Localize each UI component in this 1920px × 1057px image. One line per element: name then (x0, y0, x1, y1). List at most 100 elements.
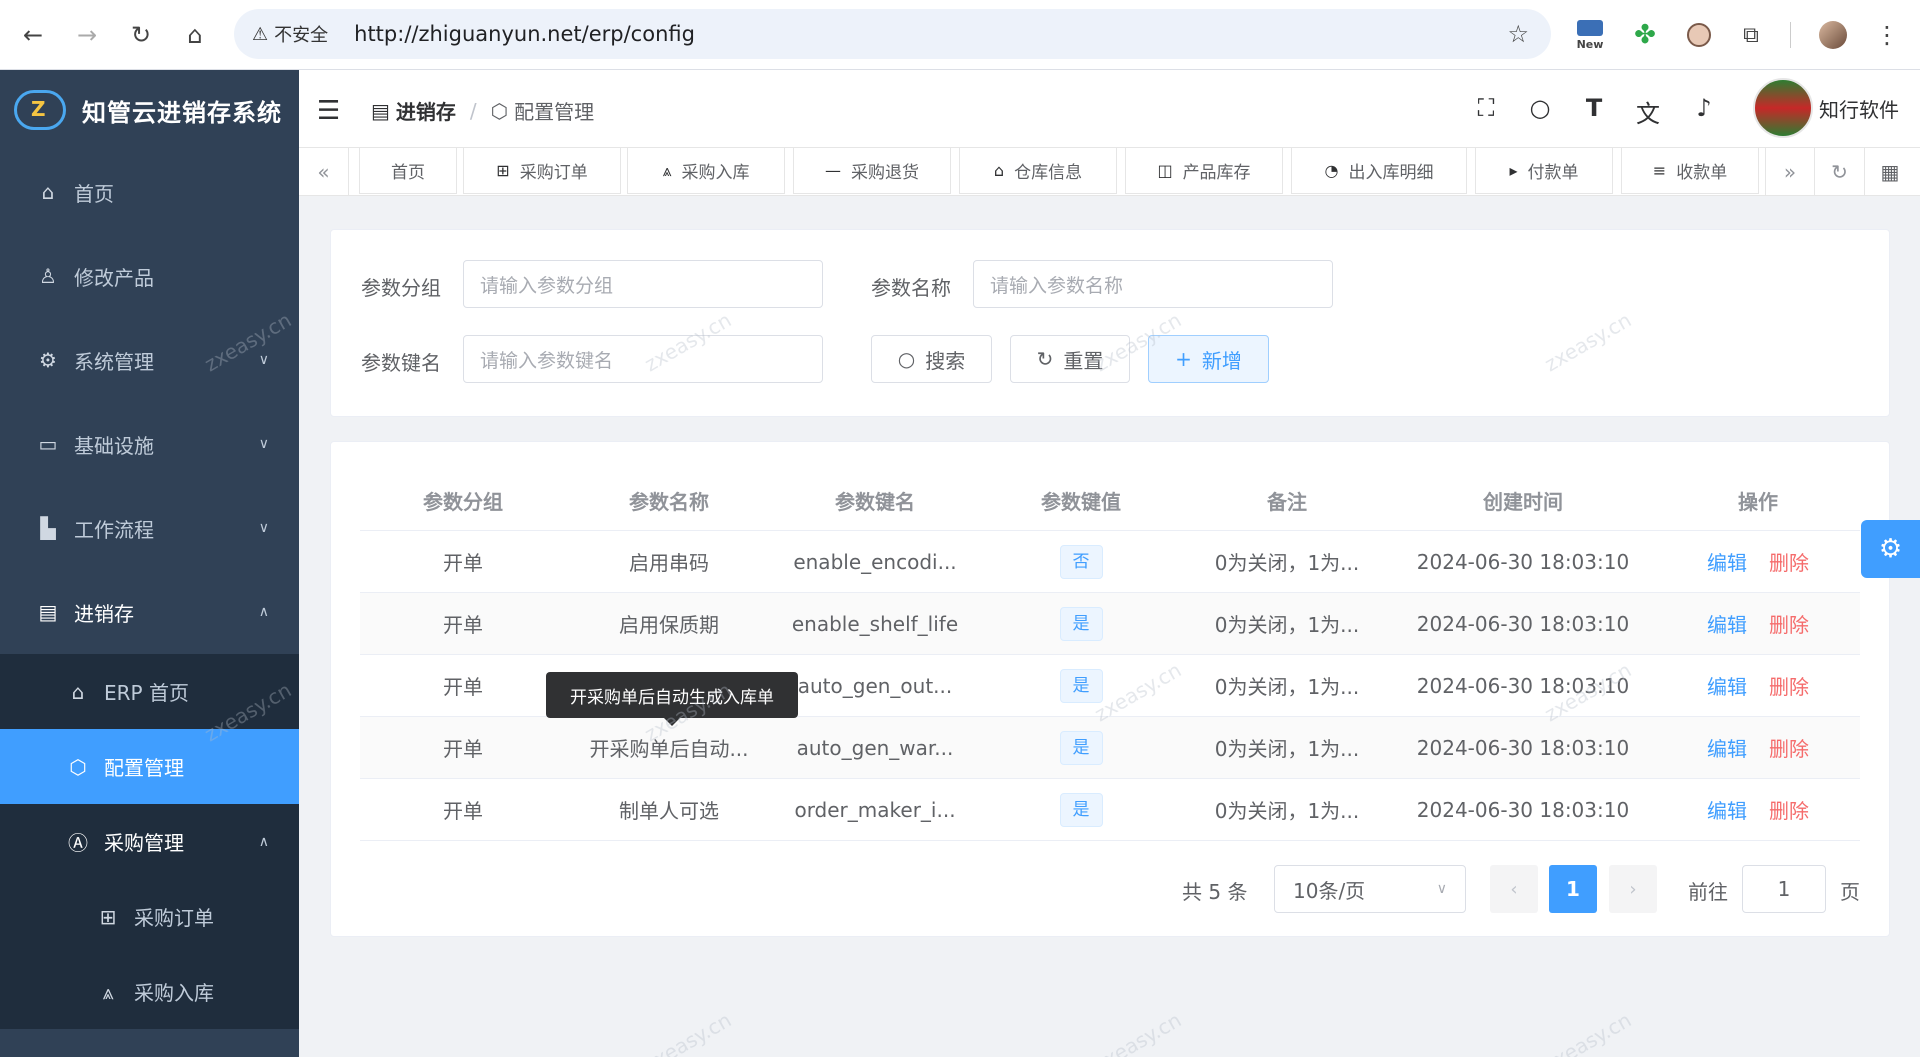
clover-extension-icon[interactable]: ✤ (1628, 16, 1662, 54)
tab-purchase-return[interactable]: — 采购退货 (793, 148, 951, 194)
delete-link[interactable]: 删除 (1769, 675, 1809, 699)
sidebar-item-config[interactable]: ⬡ 配置管理 (0, 729, 299, 804)
sidebar-item-infra[interactable]: ▭ 基础设施 ∨ (0, 402, 299, 486)
config-icon: ⬡ (490, 98, 509, 123)
extensions-puzzle-icon[interactable]: ⧉ (1734, 16, 1768, 54)
profile-extension-icon[interactable] (1682, 16, 1716, 54)
browser-menu-icon[interactable]: ⋮ (1872, 16, 1902, 54)
tab-stock-detail[interactable]: ◔ 出入库明细 (1291, 148, 1467, 194)
reload-icon[interactable]: ↻ (124, 18, 158, 52)
cell-remark: 0为关闭，1为... (1214, 799, 1360, 823)
cell-value: 是 (978, 668, 1184, 703)
url-text[interactable]: http://zhiguanyun.net/erp/config (354, 22, 695, 46)
avatar[interactable] (1753, 78, 1813, 138)
cell-value: 否 (978, 544, 1184, 579)
reset-button-label: 重置 (1063, 348, 1104, 373)
cell-key: order_maker_i... (794, 797, 956, 822)
tags-scroll-right-icon[interactable]: » (1765, 148, 1815, 196)
reset-button[interactable]: ↻ 重置 (1010, 335, 1130, 383)
breadcrumb-separator: / (469, 98, 477, 123)
tab-label: 采购入库 (681, 163, 750, 183)
page-size-value: 10条/页 (1293, 878, 1366, 903)
extension-new[interactable]: New (1570, 16, 1610, 54)
sidebar-item-purchase[interactable]: Ⓐ 采购管理 ∧ (0, 804, 299, 879)
breadcrumb-parent[interactable]: ▤ 进销存 (371, 96, 456, 125)
sidebar-item-purchase-order[interactable]: ⊞ 采购订单 (0, 879, 299, 954)
back-icon[interactable]: ← (16, 18, 50, 52)
refresh-icon[interactable]: ↻ (1815, 148, 1865, 196)
home-icon[interactable]: ⌂ (178, 18, 212, 52)
font-size-icon[interactable]: T (1579, 94, 1609, 122)
cell-value: 是 (978, 730, 1184, 765)
gear-icon: ⚙ (1878, 534, 1903, 564)
edit-link[interactable]: 编辑 (1707, 799, 1747, 823)
tags-scroll-left-icon[interactable]: « (299, 148, 349, 196)
config-icon: ⬡ (69, 754, 87, 779)
tab-label: 付款单 (1527, 163, 1579, 183)
edit-link[interactable]: 编辑 (1707, 613, 1747, 637)
bookmark-star-icon[interactable]: ☆ (1507, 20, 1529, 48)
sidebar-item-edit-product[interactable]: ♙ 修改产品 (0, 234, 299, 318)
menu-toggle-icon[interactable]: ☰ (317, 96, 340, 126)
next-page-button[interactable]: › (1609, 865, 1657, 913)
grid-menu-icon[interactable]: ▦ (1865, 148, 1915, 196)
cell-name: 启用串码 (629, 551, 709, 575)
page-size-select[interactable]: 10条/页 ∨ (1274, 865, 1466, 913)
forward-icon[interactable]: → (70, 18, 104, 52)
cell-key: enable_shelf_life (791, 611, 959, 636)
column-header: 参数名称 (629, 490, 709, 514)
fullscreen-icon[interactable]: ⛶ (1471, 94, 1501, 122)
sidebar-item-label: 配置管理 (104, 756, 184, 780)
param-name-input[interactable]: 请输入参数名称 (973, 260, 1333, 308)
cell-name[interactable]: 开采购单后自动... (566, 733, 772, 762)
extension-new-label: New (1576, 37, 1604, 51)
page-number-current[interactable]: 1 (1549, 865, 1597, 913)
search-icon[interactable]: ○ (1525, 94, 1555, 122)
tab-receipt[interactable]: ≡ 收款单 (1621, 148, 1759, 194)
sidebar-item-purchase-in[interactable]: ⩓ 采购入库 (0, 954, 299, 1029)
sidebar-item-label: 采购管理 (104, 831, 184, 855)
delete-link[interactable]: 删除 (1769, 613, 1809, 637)
delete-link[interactable]: 删除 (1769, 799, 1809, 823)
edit-link[interactable]: 编辑 (1707, 675, 1747, 699)
settings-gear-button[interactable]: ⚙ (1861, 520, 1920, 578)
security-label[interactable]: 不安全 (274, 21, 328, 47)
sidebar-item-label: 工作流程 (74, 517, 154, 542)
tab-home[interactable]: 首页 (359, 148, 457, 194)
cell-value: 是 (978, 792, 1184, 827)
user-name[interactable]: 知行软件 (1819, 94, 1899, 123)
tab-payment[interactable]: ▸ 付款单 (1475, 148, 1613, 194)
sidebar-item-system[interactable]: ⚙ 系统管理 ∨ (0, 318, 299, 402)
tab-warehouse[interactable]: ⌂ 仓库信息 (959, 148, 1117, 194)
goto-page-input[interactable]: 1 (1742, 865, 1826, 913)
address-bar[interactable]: ⚠ 不安全 http://zhiguanyun.net/erp/config ☆ (234, 9, 1551, 59)
tab-purchase-in[interactable]: ⩓ 采购入库 (627, 148, 785, 194)
param-key-input[interactable]: 请输入参数键名 (463, 335, 823, 383)
bell-icon[interactable]: ♪ (1689, 94, 1719, 122)
sidebar-item-erp[interactable]: ▤ 进销存 ∧ (0, 570, 299, 654)
delete-link[interactable]: 删除 (1769, 737, 1809, 761)
name-tooltip: 开采购单后自动生成入库单 (546, 672, 798, 726)
edit-link[interactable]: 编辑 (1707, 551, 1747, 575)
config-table: 参数分组 参数名称 参数键名 参数键值 备注 创建时间 操作 开单 启用串码 e… (360, 471, 1860, 841)
tab-stock[interactable]: ◫ 产品库存 (1125, 148, 1283, 194)
browser-profile-avatar[interactable] (1816, 16, 1850, 54)
translate-icon[interactable]: 文 (1633, 94, 1663, 129)
app-logo[interactable]: 知管云进销存系统 (0, 70, 299, 150)
delete-link[interactable]: 删除 (1769, 551, 1809, 575)
search-button[interactable]: ○ 搜索 (871, 335, 992, 383)
sidebar-item-label: ERP 首页 (104, 681, 189, 705)
edit-link[interactable]: 编辑 (1707, 737, 1747, 761)
cell-actions: 编辑 删除 (1656, 547, 1860, 576)
sidebar-item-erp-home[interactable]: ⌂ ERP 首页 (0, 654, 299, 729)
road-icon: ⩓ (102, 979, 114, 1004)
sidebar-item-home[interactable]: ⌂ 首页 (0, 150, 299, 234)
sidebar-item-workflow[interactable]: ▙ 工作流程 ∨ (0, 486, 299, 570)
tab-purchase-order[interactable]: ⊞ 采购订单 (463, 148, 621, 194)
add-button[interactable]: + 新增 (1148, 335, 1269, 383)
chevron-down-icon: ∨ (258, 436, 269, 452)
group-input[interactable]: 请输入参数分组 (463, 260, 823, 308)
chevron-up-icon: ∧ (258, 833, 269, 850)
prev-page-button[interactable]: ‹ (1490, 865, 1538, 913)
column-header: 创建时间 (1483, 490, 1563, 514)
